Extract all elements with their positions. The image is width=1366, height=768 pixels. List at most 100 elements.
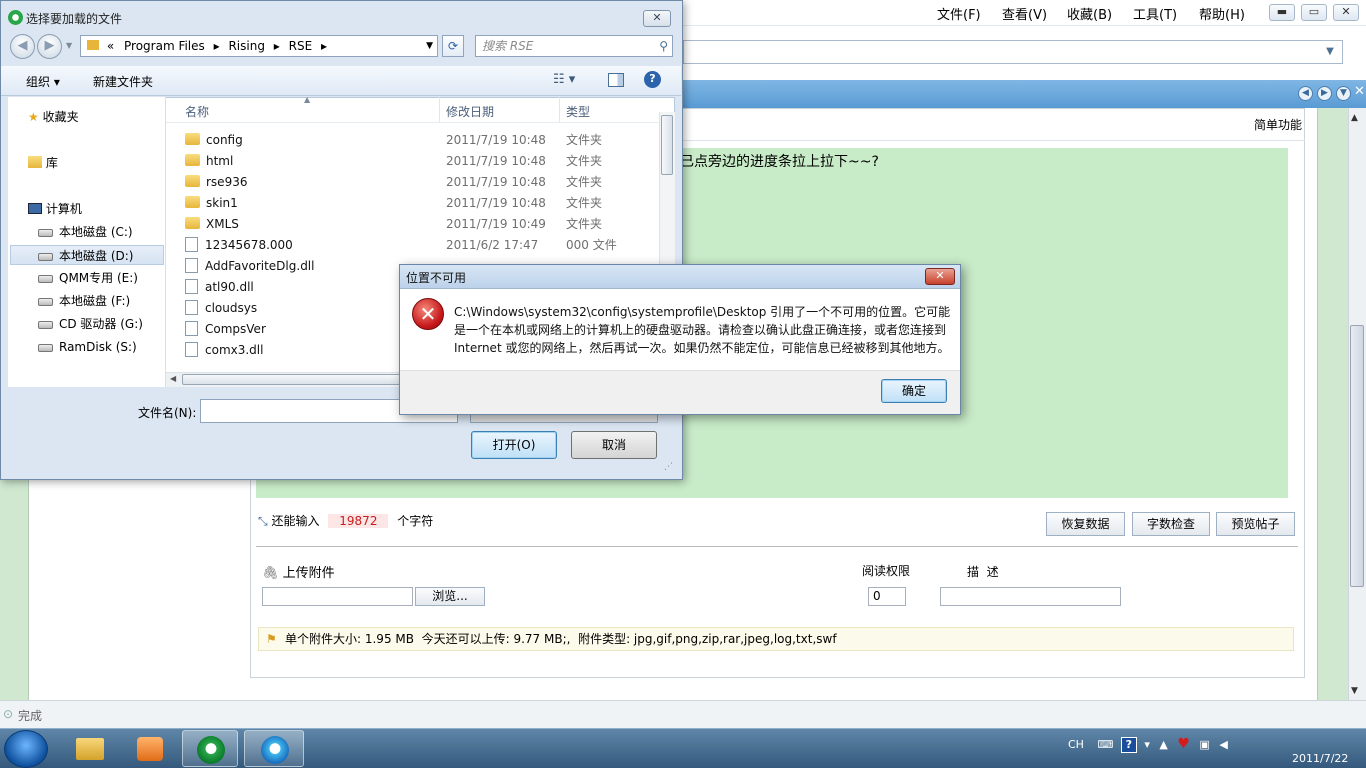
path-segment-rising[interactable]: Rising xyxy=(228,39,264,53)
network-icon[interactable]: ▣ xyxy=(1199,738,1209,751)
nav-drive-e[interactable]: QMM专用 (E:) xyxy=(38,268,158,288)
ok-button[interactable]: 确定 xyxy=(881,379,947,403)
file-name: CompsVer xyxy=(185,319,266,339)
nav-drive-s[interactable]: RamDisk (S:) xyxy=(38,337,158,357)
browser-taskbar-icon[interactable] xyxy=(244,730,304,767)
file-date: 2011/7/19 10:49 xyxy=(446,217,546,231)
explorer-taskbar-icon[interactable] xyxy=(62,730,118,767)
cd-drive-icon xyxy=(38,320,53,329)
volume-icon[interactable]: ◀ xyxy=(1219,738,1227,751)
alert-close-button[interactable]: ✕ xyxy=(925,268,955,285)
refresh-icon[interactable]: ⟳ xyxy=(442,35,464,57)
tray-language[interactable]: CH xyxy=(1068,738,1084,751)
path-arrow-icon[interactable]: ▸ xyxy=(274,39,280,53)
path-prefix[interactable]: « xyxy=(107,39,114,53)
search-input[interactable]: 搜索 RSE ⚲ xyxy=(475,35,673,57)
minimize-button[interactable]: ▬ xyxy=(1269,4,1295,21)
nav-drive-c[interactable]: 本地磁盘 (C:) xyxy=(38,222,158,242)
help-icon[interactable]: ? xyxy=(644,71,661,88)
path-bar[interactable]: « Program Files ▸ Rising ▸ RSE ▸ ▼ xyxy=(80,35,438,57)
keyboard-icon[interactable]: ⌨ xyxy=(1097,738,1113,751)
resize-icon[interactable]: ⤡ xyxy=(258,514,268,528)
tab-right-icon[interactable]: ▶ xyxy=(1317,86,1332,101)
nav-drive-g[interactable]: CD 驱动器 (G:) xyxy=(38,314,158,334)
file-row[interactable]: skin1 2011/7/19 10:48 文件夹 xyxy=(185,193,655,213)
preview-pane-icon[interactable] xyxy=(608,73,624,87)
window-close-button[interactable]: ✕ xyxy=(1333,4,1359,21)
remain-count: 19872 xyxy=(328,514,389,528)
upload-path-input[interactable] xyxy=(262,587,413,606)
file-date: 2011/7/19 10:48 xyxy=(446,133,546,147)
simple-mode-link[interactable]: 简单功能 xyxy=(1254,116,1302,133)
folder-icon xyxy=(76,738,104,760)
col-name[interactable]: 名称 xyxy=(185,103,209,120)
open-button[interactable]: 打开(O) xyxy=(471,431,557,459)
menu-help[interactable]: 帮助(H) xyxy=(1199,4,1245,23)
path-segment-rse[interactable]: RSE xyxy=(289,39,313,53)
menu-file[interactable]: 文件(F) xyxy=(937,4,981,23)
organize-button[interactable]: 组织 ▾ xyxy=(26,73,60,90)
scroll-up-icon[interactable]: ▲ xyxy=(1351,113,1358,123)
nav-drive-d[interactable]: 本地磁盘 (D:) xyxy=(10,245,164,265)
tab-close-icon[interactable]: ✕ xyxy=(1354,84,1365,99)
tab-list-icon[interactable]: ▼ xyxy=(1336,86,1351,101)
antivirus-icon[interactable]: ♥ xyxy=(1177,736,1190,752)
tab-left-icon[interactable]: ◀ xyxy=(1298,86,1313,101)
file-row[interactable]: html 2011/7/19 10:48 文件夹 xyxy=(185,151,655,171)
path-arrow-icon[interactable]: ▸ xyxy=(321,39,327,53)
col-date[interactable]: 修改日期 xyxy=(446,103,494,120)
path-segment-program-files[interactable]: Program Files xyxy=(124,39,205,53)
media-player-taskbar-icon[interactable] xyxy=(122,730,178,767)
preview-post-button[interactable]: 预览帖子 xyxy=(1216,512,1295,536)
clock-date[interactable]: 2011/7/22 xyxy=(1292,752,1348,765)
col-type[interactable]: 类型 xyxy=(566,103,590,120)
browse-button[interactable]: 浏览... xyxy=(415,587,485,606)
file-icon xyxy=(185,321,198,336)
path-dropdown-icon[interactable]: ▼ xyxy=(426,36,433,56)
cancel-button[interactable]: 取消 xyxy=(571,431,657,459)
file-type: 文件夹 xyxy=(566,175,603,189)
help-tray-icon[interactable]: ? xyxy=(1120,737,1137,753)
recent-dropdown-icon[interactable]: ▼ xyxy=(66,41,72,50)
read-permission-input[interactable]: 0 xyxy=(868,587,906,606)
menu-tools[interactable]: 工具(T) xyxy=(1133,4,1177,23)
forward-button[interactable]: ▶ xyxy=(37,34,62,59)
nav-computer[interactable]: 计算机 xyxy=(28,199,82,219)
description-input[interactable] xyxy=(940,587,1121,606)
tray-up-icon[interactable]: ▲ xyxy=(1159,738,1167,751)
file-row[interactable]: config 2011/7/19 10:48 文件夹 xyxy=(185,130,655,150)
search-icon[interactable]: ⚲ xyxy=(659,36,668,56)
nav-drive-f[interactable]: 本地磁盘 (F:) xyxy=(38,291,158,311)
menu-view[interactable]: 查看(V) xyxy=(1002,4,1047,23)
page-scrollbar-thumb[interactable] xyxy=(1350,325,1364,587)
new-folder-button[interactable]: 新建文件夹 xyxy=(93,73,153,90)
file-row[interactable]: rse936 2011/7/19 10:48 文件夹 xyxy=(185,172,655,192)
drive-icon xyxy=(38,297,53,306)
restore-button[interactable]: ▭ xyxy=(1301,4,1327,21)
resize-grip-icon[interactable]: ⋰ xyxy=(664,462,673,472)
column-separator[interactable] xyxy=(439,97,440,123)
ie-taskbar-icon[interactable] xyxy=(182,730,238,767)
file-list-scrollbar-thumb[interactable] xyxy=(661,115,673,175)
column-separator[interactable] xyxy=(559,97,560,123)
tray-expand-icon[interactable]: ▾ xyxy=(1144,738,1150,751)
view-options-icon[interactable]: ☷ ▾ xyxy=(553,72,575,87)
file-type: 文件夹 xyxy=(566,196,603,210)
menu-favorites[interactable]: 收藏(B) xyxy=(1067,4,1112,23)
path-arrow-icon[interactable]: ▸ xyxy=(214,39,220,53)
back-button[interactable]: ◀ xyxy=(10,34,35,59)
start-button[interactable] xyxy=(4,730,48,768)
scroll-left-icon[interactable]: ◀ xyxy=(170,374,176,383)
scroll-down-icon[interactable]: ▼ xyxy=(1351,686,1358,696)
file-row[interactable]: XMLS 2011/7/19 10:49 文件夹 xyxy=(185,214,655,234)
error-icon: ✕ xyxy=(412,298,444,330)
file-type: 文件夹 xyxy=(566,217,603,231)
nav-favorites[interactable]: ★ 收藏夹 xyxy=(28,107,79,127)
word-count-button[interactable]: 字数检查 xyxy=(1132,512,1210,536)
restore-data-button[interactable]: 恢复数据 xyxy=(1046,512,1125,536)
address-bar[interactable] xyxy=(683,40,1343,64)
address-dropdown-icon[interactable]: ▼ xyxy=(1320,42,1340,62)
file-row[interactable]: 12345678.000 2011/6/2 17:47 000 文件 xyxy=(185,235,655,255)
dialog-close-button[interactable]: ✕ xyxy=(643,10,671,27)
nav-libraries[interactable]: 库 xyxy=(28,153,58,173)
